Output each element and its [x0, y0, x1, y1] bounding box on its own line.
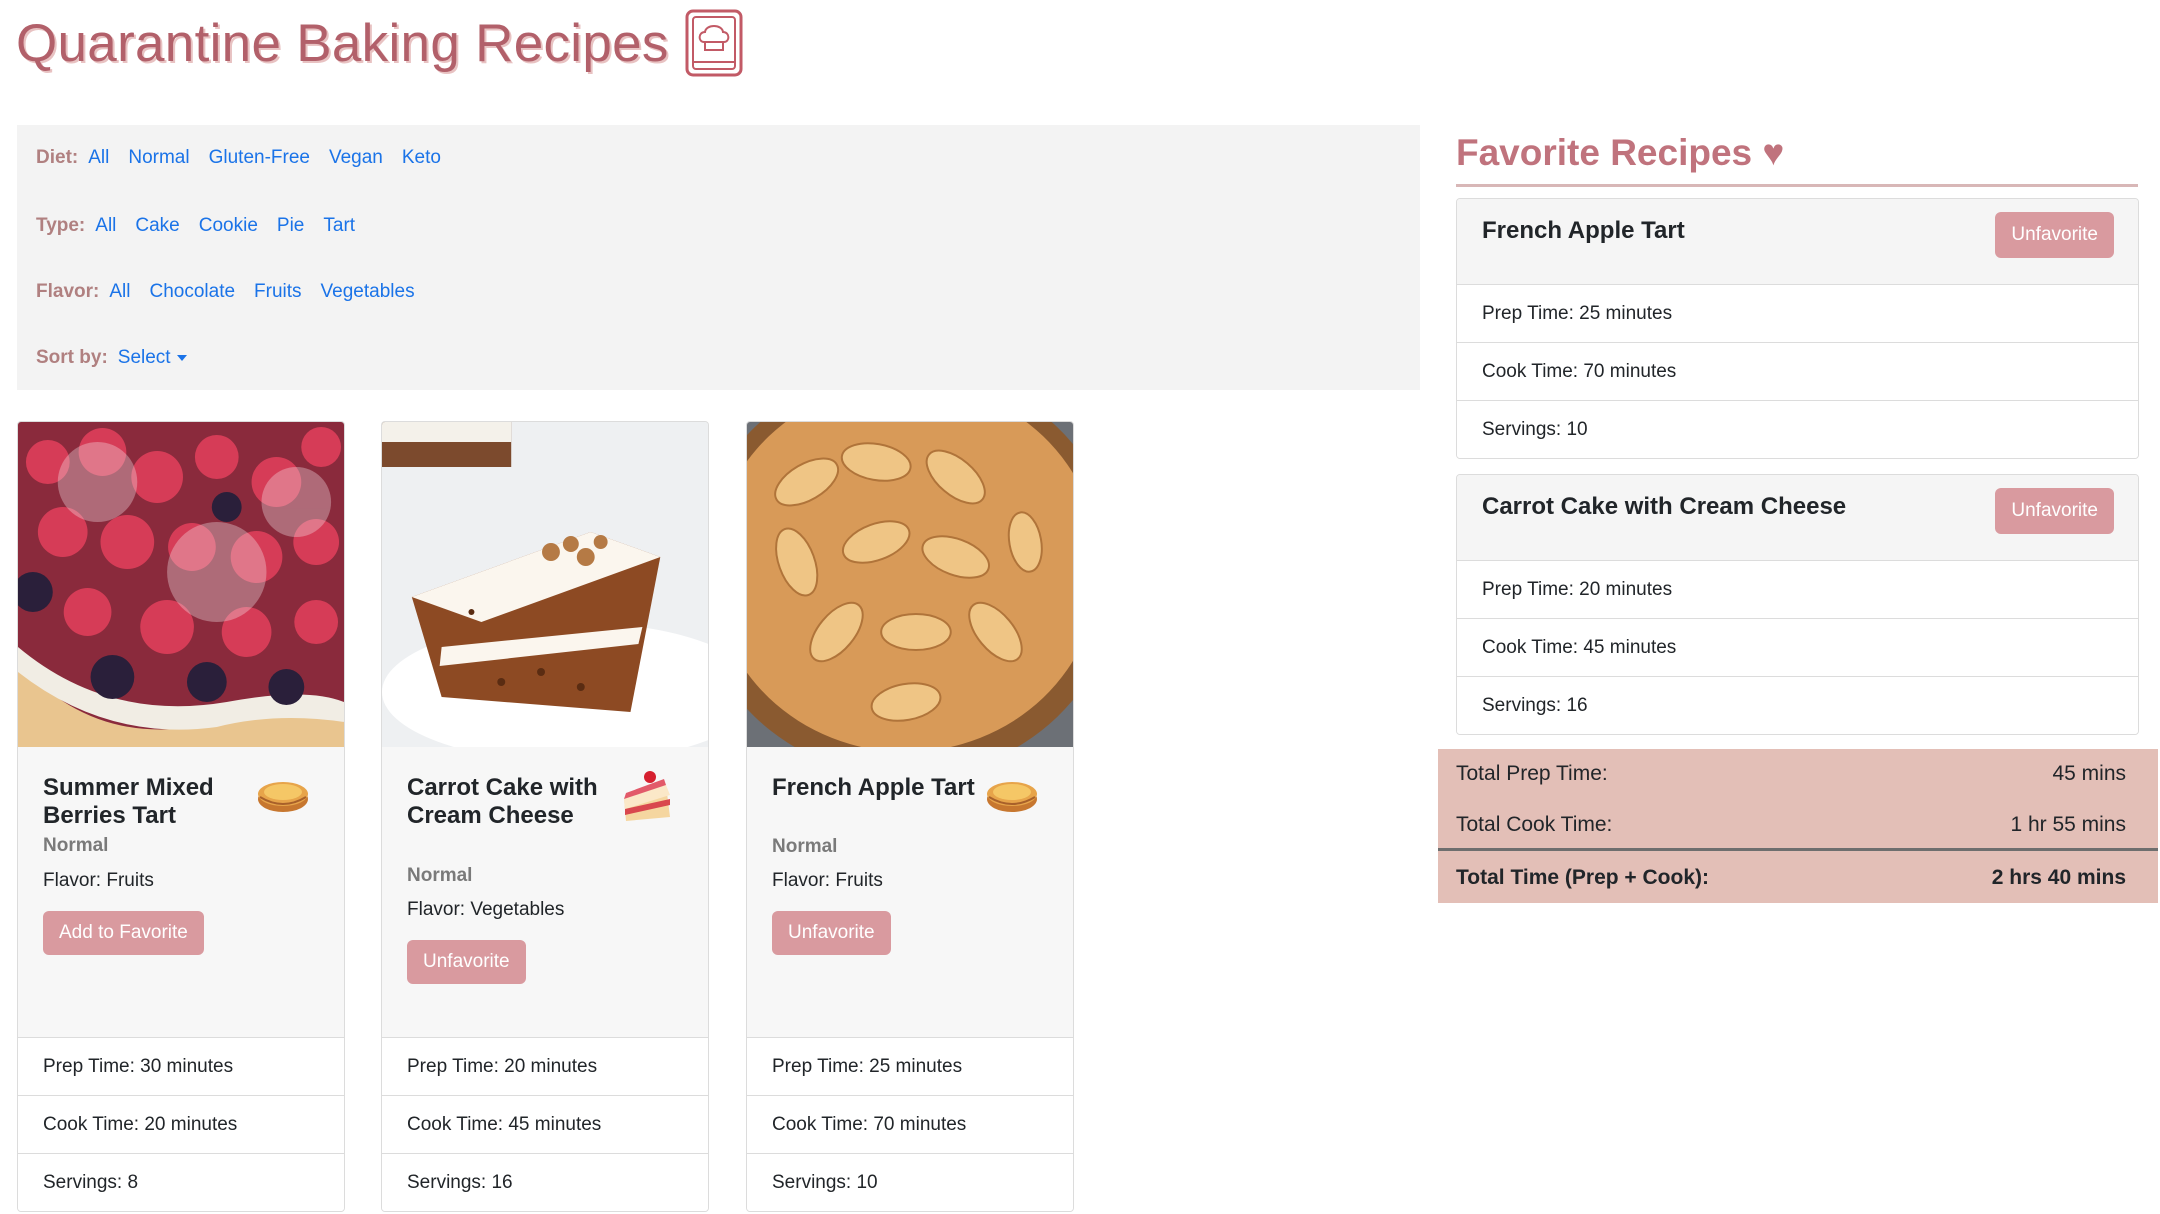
type-filter: Type: All Cake Cookie Pie Tart	[36, 215, 374, 237]
recipe-title: Summer Mixed Berries Tart	[43, 774, 214, 829]
diet-option-all[interactable]: All	[88, 147, 109, 169]
unfavorite-button[interactable]: Unfavorite	[1995, 212, 2114, 258]
flavor-option-vegetables[interactable]: Vegetables	[321, 281, 415, 303]
flavor-filter: Flavor: All Chocolate Fruits Vegetables	[36, 281, 434, 303]
filter-panel: Diet: All Normal Gluten-Free Vegan Keto …	[17, 125, 1420, 390]
cook-time: Cook Time: 70 minutes	[747, 1095, 1073, 1153]
type-option-tart[interactable]: Tart	[323, 215, 355, 237]
flavor-filter-label: Flavor:	[36, 281, 100, 302]
cake-slice-icon	[624, 771, 670, 821]
favorite-title: French Apple Tart	[1482, 217, 1685, 244]
total-time-label: Total Time (Prep + Cook):	[1456, 866, 1710, 889]
unfavorite-button[interactable]: Unfavorite	[772, 911, 891, 955]
prep-time: Prep Time: 20 minutes	[382, 1037, 708, 1095]
total-time-row: Total Time (Prep + Cook): 2 hrs 40 mins	[1456, 866, 2126, 890]
diet-option-gluten-free[interactable]: Gluten-Free	[209, 147, 310, 169]
prep-time: Prep Time: 20 minutes	[1457, 560, 2138, 618]
type-option-cookie[interactable]: Cookie	[199, 215, 258, 237]
recipe-details-list: Prep Time: 20 minutes Cook Time: 45 minu…	[382, 1037, 708, 1211]
servings: Servings: 10	[1457, 400, 2138, 458]
diet-filter: Diet: All Normal Gluten-Free Vegan Keto	[36, 147, 460, 169]
favorite-card-header: French Apple Tart Unfavorite	[1457, 199, 2138, 284]
add-to-favorite-button[interactable]: Add to Favorite	[43, 911, 204, 955]
total-cook-label: Total Cook Time:	[1456, 813, 1613, 836]
page-title: Quarantine Baking Recipes	[16, 13, 669, 73]
cook-time: Cook Time: 20 minutes	[18, 1095, 344, 1153]
recipe-card-body: French Apple Tart Normal Flavor: Fruits …	[747, 747, 1073, 1037]
apple-tart-image	[747, 422, 1073, 747]
diet-filter-label: Diet:	[36, 147, 79, 168]
sort-select-value: Select	[117, 347, 171, 368]
favorite-card-header: Carrot Cake with Cream Cheese Unfavorite	[1457, 475, 2138, 560]
total-cook-row: Total Cook Time: 1 hr 55 mins	[1456, 813, 2126, 837]
recipe-diet: Normal	[43, 835, 109, 856]
pie-icon	[987, 782, 1037, 812]
cook-time: Cook Time: 45 minutes	[1457, 618, 2138, 676]
totals-panel: Total Prep Time: 45 mins Total Cook Time…	[1438, 749, 2158, 903]
chef-hat-book-icon	[685, 9, 743, 77]
recipe-card: French Apple Tart Normal Flavor: Fruits …	[746, 421, 1074, 1212]
recipe-title: Carrot Cake with Cream Cheese	[407, 774, 598, 829]
type-filter-label: Type:	[36, 215, 86, 236]
recipe-card: Carrot Cake with Cream Cheese Normal Fla…	[381, 421, 709, 1212]
recipe-flavor: Flavor: Fruits	[772, 870, 883, 891]
type-option-all[interactable]: All	[95, 215, 116, 237]
unfavorite-button[interactable]: Unfavorite	[407, 940, 526, 984]
totals-divider	[1438, 848, 2158, 851]
sort-label: Sort by:	[36, 347, 108, 368]
prep-time: Prep Time: 30 minutes	[18, 1037, 344, 1095]
cook-time: Cook Time: 70 minutes	[1457, 342, 2138, 400]
pie-icon	[258, 782, 308, 812]
total-time-value: 2 hrs 40 mins	[1991, 866, 2126, 889]
total-prep-value: 45 mins	[2052, 762, 2126, 785]
favorites-divider	[1456, 184, 2138, 187]
unfavorite-button[interactable]: Unfavorite	[1995, 488, 2114, 534]
sort-select-dropdown[interactable]: Select	[118, 347, 187, 369]
app-header: Quarantine Baking Recipes	[16, 8, 744, 78]
diet-option-vegan[interactable]: Vegan	[329, 147, 383, 169]
recipe-details-list: Prep Time: 25 minutes Cook Time: 70 minu…	[747, 1037, 1073, 1211]
recipe-flavor: Flavor: Vegetables	[407, 899, 565, 920]
caret-down-icon	[176, 355, 187, 361]
diet-option-normal[interactable]: Normal	[128, 147, 189, 169]
recipe-card-body: Summer Mixed Berries Tart Normal Flavor:…	[18, 747, 344, 1037]
servings: Servings: 16	[1457, 676, 2138, 734]
carrot-cake-image	[382, 422, 708, 747]
flavor-option-all[interactable]: All	[109, 281, 130, 303]
total-cook-value: 1 hr 55 mins	[2010, 813, 2126, 836]
sort-filter: Sort by: Select	[36, 347, 187, 369]
diet-option-keto[interactable]: Keto	[402, 147, 441, 169]
servings: Servings: 10	[747, 1153, 1073, 1211]
recipe-flavor: Flavor: Fruits	[43, 870, 154, 891]
total-prep-label: Total Prep Time:	[1456, 762, 1608, 785]
favorite-title: Carrot Cake with Cream Cheese	[1482, 493, 1847, 520]
type-option-pie[interactable]: Pie	[277, 215, 304, 237]
total-prep-row: Total Prep Time: 45 mins	[1456, 762, 2126, 786]
recipe-diet: Normal	[772, 836, 838, 857]
prep-time: Prep Time: 25 minutes	[747, 1037, 1073, 1095]
favorite-card: Carrot Cake with Cream Cheese Unfavorite…	[1456, 474, 2139, 735]
favorites-heading: Favorite Recipes ♥	[1456, 132, 1785, 173]
berries-tart-image	[18, 422, 344, 747]
recipe-card: Summer Mixed Berries Tart Normal Flavor:…	[17, 421, 345, 1212]
flavor-option-fruits[interactable]: Fruits	[254, 281, 302, 303]
flavor-option-chocolate[interactable]: Chocolate	[149, 281, 235, 303]
type-option-cake[interactable]: Cake	[135, 215, 179, 237]
recipe-title: French Apple Tart	[772, 774, 975, 801]
recipe-details-list: Prep Time: 30 minutes Cook Time: 20 minu…	[18, 1037, 344, 1211]
servings: Servings: 16	[382, 1153, 708, 1211]
cook-time: Cook Time: 45 minutes	[382, 1095, 708, 1153]
recipe-card-body: Carrot Cake with Cream Cheese Normal Fla…	[382, 747, 708, 1037]
prep-time: Prep Time: 25 minutes	[1457, 284, 2138, 342]
recipe-diet: Normal	[407, 865, 473, 886]
servings: Servings: 8	[18, 1153, 344, 1211]
favorite-card: French Apple Tart Unfavorite Prep Time: …	[1456, 198, 2139, 459]
